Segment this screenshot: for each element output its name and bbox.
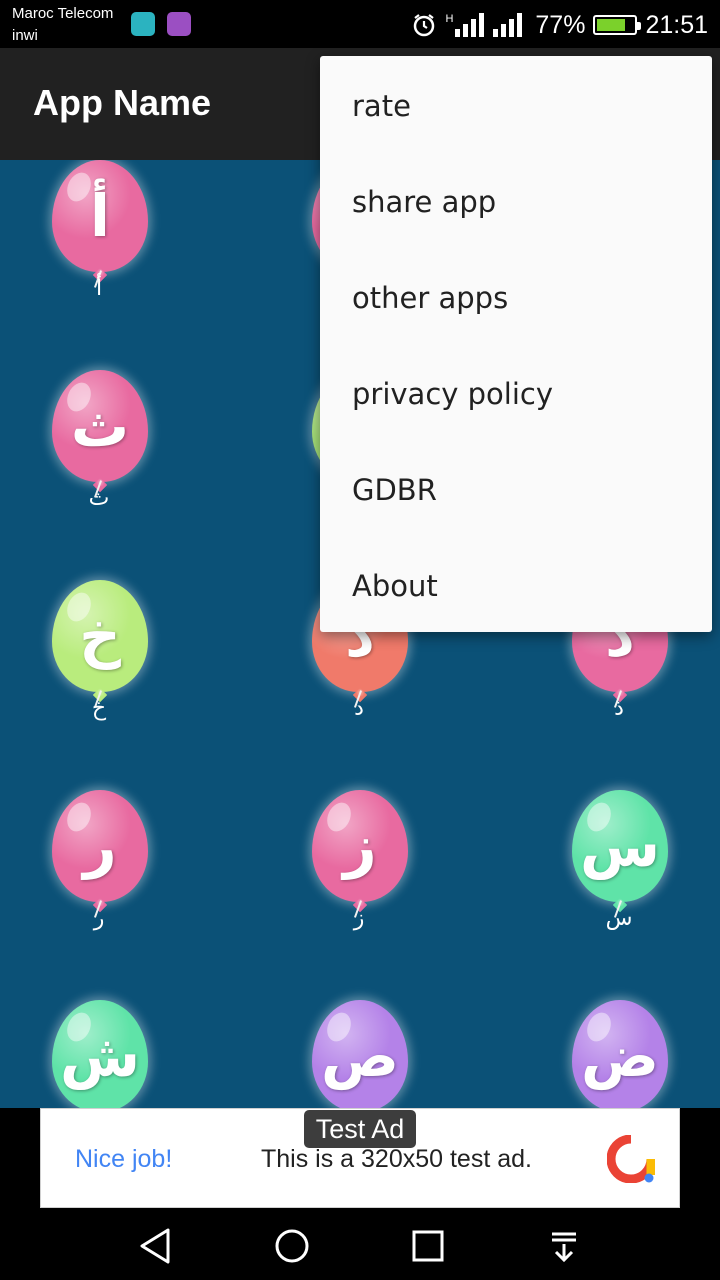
menu-item-about[interactable]: About [320, 538, 712, 634]
home-icon[interactable] [272, 1226, 312, 1266]
alarm-icon [414, 14, 435, 37]
balloon-letter: ز [343, 812, 377, 880]
balloon-caption: ر [93, 906, 105, 931]
balloon-caption: خ [91, 696, 107, 721]
balloon-item[interactable]: ثث [34, 370, 164, 540]
balloon[interactable]: ض [572, 1000, 668, 1108]
balloon-letter: ر [83, 812, 117, 880]
carrier-primary: Maroc Telecom [12, 5, 114, 22]
balloon-letter: خ [79, 602, 121, 670]
status-indicators: H 77% 21:51 [411, 8, 708, 42]
balloon-letter: ص [320, 1022, 400, 1090]
app-title: App Name [33, 82, 212, 123]
balloon-item[interactable]: ش [34, 1000, 164, 1108]
network-type: H [445, 13, 454, 25]
battery-percent: 77% [535, 10, 586, 39]
balloon[interactable]: خ [52, 580, 148, 692]
balloon[interactable]: أ [52, 160, 148, 272]
gallery-icon [167, 12, 191, 36]
ad-body: This is a 320x50 test ad. [261, 1145, 532, 1173]
balloon-item[interactable]: خخ [34, 580, 164, 750]
balloon-caption: ذ [614, 696, 624, 721]
ad-headline: Nice job! [75, 1145, 173, 1173]
balloon-letter: ش [59, 1022, 141, 1090]
test-ad-tag: Test Ad [304, 1110, 416, 1148]
balloon-letter: ض [580, 1022, 660, 1090]
balloon-caption: ث [88, 486, 110, 511]
recents-icon[interactable] [408, 1226, 448, 1266]
menu-item-rate[interactable]: rate [320, 58, 712, 154]
balloon[interactable]: س [572, 790, 668, 902]
balloon[interactable]: ص [312, 1000, 408, 1108]
navigation-bar [0, 1212, 720, 1280]
balloon-letter: أ [90, 182, 110, 250]
android-icon [131, 12, 155, 36]
balloon-caption: د [354, 696, 364, 721]
balloon-item[interactable]: رر [34, 790, 164, 960]
battery-icon [593, 15, 642, 35]
balloon-item[interactable]: ض [554, 1000, 684, 1108]
balloon-caption: أ [95, 276, 103, 301]
balloon-caption: س [605, 906, 633, 931]
clock: 21:51 [645, 10, 708, 39]
balloon-item[interactable]: زز [294, 790, 424, 960]
menu-item-share-app[interactable]: share app [320, 154, 712, 250]
balloon[interactable]: ث [52, 370, 148, 482]
balloon-item[interactable]: أأ [34, 160, 164, 330]
status-bar: Maroc Telecom inwi H 77% 21:51 [0, 0, 720, 48]
balloon-letter: س [579, 812, 661, 880]
menu-item-gdbr[interactable]: GDBR [320, 442, 712, 538]
menu-item-privacy-policy[interactable]: privacy policy [320, 346, 712, 442]
balloon[interactable]: ز [312, 790, 408, 902]
notification-pull-icon[interactable] [544, 1226, 584, 1266]
balloon-item[interactable]: سس [554, 790, 684, 960]
back-icon[interactable] [136, 1226, 176, 1266]
balloon-item[interactable]: ص [294, 1000, 424, 1108]
balloon-letter: ث [70, 392, 130, 460]
balloon-caption: ز [353, 906, 365, 931]
menu-item-other-apps[interactable]: other apps [320, 250, 712, 346]
signal-icon-2 [493, 13, 523, 37]
balloon[interactable]: ش [52, 1000, 148, 1108]
signal-icon-1: H [445, 13, 485, 37]
carrier-secondary: inwi [12, 27, 38, 44]
overflow-menu: rate share app other apps privacy policy… [320, 56, 712, 632]
ad-logo-icon [607, 1135, 655, 1183]
balloon[interactable]: ر [52, 790, 148, 902]
